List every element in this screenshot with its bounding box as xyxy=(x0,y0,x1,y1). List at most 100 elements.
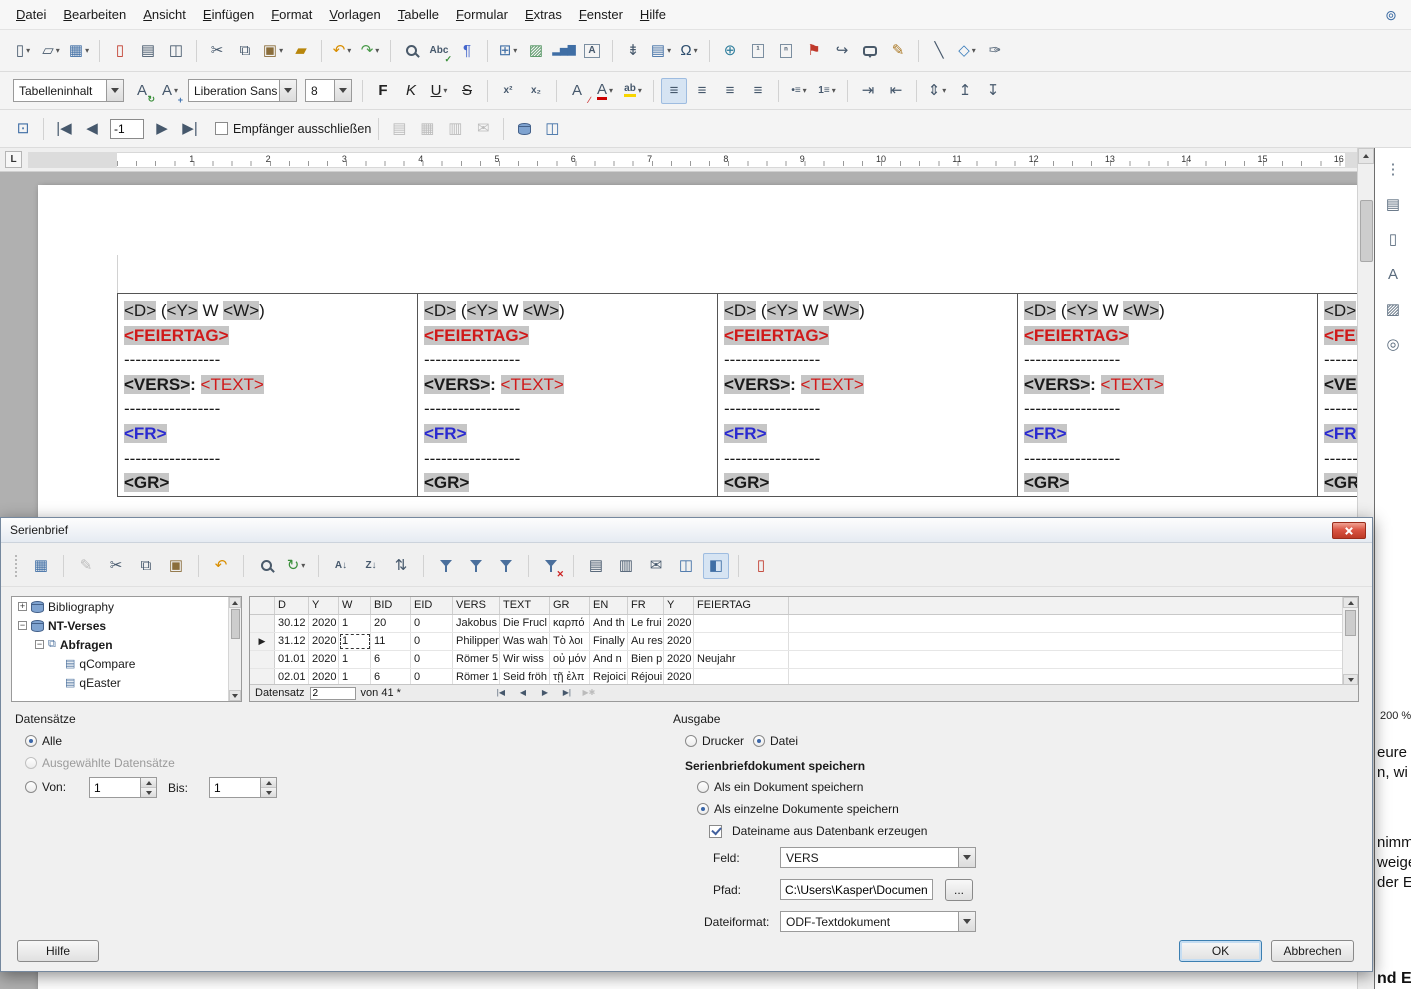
chevron-down-icon[interactable]: ▾ xyxy=(609,86,613,95)
find-and-replace-icon[interactable] xyxy=(398,38,424,64)
menu-vorlagen[interactable]: Vorlagen xyxy=(321,2,388,27)
last-record-icon[interactable]: ▶| xyxy=(177,116,203,142)
chevron-down-icon[interactable]: ▾ xyxy=(279,46,283,55)
table-cell[interactable]: 2020 xyxy=(309,651,339,668)
current-record-input[interactable] xyxy=(310,687,356,700)
grid-scrollbar[interactable] xyxy=(1342,597,1358,685)
horizontal-ruler[interactable]: L 12345678910111213141516 xyxy=(0,148,1357,172)
chevron-down-icon[interactable]: ▾ xyxy=(85,46,89,55)
scrollbar-thumb[interactable] xyxy=(1345,610,1356,636)
row-selector[interactable] xyxy=(250,651,275,668)
table-cell[interactable]: καρπό xyxy=(550,615,590,632)
insert-hyperlink-icon[interactable]: ⊕ xyxy=(717,38,743,64)
menu-tabelle[interactable]: Tabelle xyxy=(390,2,447,27)
bold-icon[interactable]: F xyxy=(370,78,396,104)
scrollbar-thumb[interactable] xyxy=(1360,200,1373,262)
formatting-marks-icon[interactable]: ¶ xyxy=(454,38,480,64)
radio-icon[interactable] xyxy=(25,781,37,793)
dropdown-button[interactable] xyxy=(279,80,296,101)
radio-file[interactable]: Datei xyxy=(753,734,798,748)
last-record-icon[interactable]: ▶| xyxy=(557,686,577,700)
data-to-text-icon[interactable]: ▤ xyxy=(583,553,609,579)
styles-panel-icon[interactable]: A xyxy=(1380,262,1406,288)
menu-extras[interactable]: Extras xyxy=(517,2,570,27)
radio-all-records[interactable]: Alle xyxy=(25,734,62,748)
insert-image-icon[interactable]: ▨ xyxy=(523,38,549,64)
table-cell[interactable]: 11 xyxy=(371,633,411,650)
insert-page-break-icon[interactable]: ⇟ xyxy=(620,38,646,64)
column-header-w[interactable]: W xyxy=(339,597,371,614)
spinner-buttons[interactable] xyxy=(260,778,276,797)
print-preview-icon[interactable]: ◫ xyxy=(163,38,189,64)
table-cell[interactable]: 1 xyxy=(339,651,371,668)
collapse-icon[interactable]: − xyxy=(35,640,44,649)
insert-cross-reference-icon[interactable]: ↪ xyxy=(829,38,855,64)
expand-icon[interactable]: + xyxy=(18,602,27,611)
table-cell[interactable]: 1 xyxy=(339,615,371,632)
table-cell[interactable]: And n xyxy=(590,651,628,668)
chevron-down-icon[interactable]: ▾ xyxy=(667,46,671,55)
table-cell[interactable]: 01.01 xyxy=(275,651,309,668)
cancel-button[interactable]: Abbrechen xyxy=(1271,940,1354,962)
table-cell[interactable]: 30.12 xyxy=(275,615,309,632)
explorer-on-off-icon[interactable]: ◧ xyxy=(703,553,729,579)
cut-icon[interactable]: ✂ xyxy=(204,38,230,64)
insert-text-box-icon[interactable]: A xyxy=(579,38,605,64)
filename-from-database-option[interactable]: Dateiname aus Datenbank erzeugen xyxy=(709,824,927,838)
chevron-down-icon[interactable]: ▾ xyxy=(803,86,807,95)
insert-comment-icon[interactable] xyxy=(857,38,883,64)
chevron-down-icon[interactable]: ▾ xyxy=(301,561,305,570)
align-left-icon[interactable]: ≡ xyxy=(661,78,687,104)
tab-stop-selector-icon[interactable]: L xyxy=(5,151,22,168)
scrollbar-thumb[interactable] xyxy=(231,609,240,639)
mail-merge-entries-icon[interactable]: ⊡ xyxy=(10,116,36,142)
column-header-vers[interactable]: VERS xyxy=(453,597,500,614)
radio-individual-documents[interactable]: Als einzelne Dokumente speichern xyxy=(697,802,899,816)
underline-icon[interactable]: U▾ xyxy=(426,78,452,104)
column-header-feiertag[interactable]: FEIERTAG xyxy=(694,597,789,614)
data-source-of-current-document-icon[interactable]: ◫ xyxy=(539,116,565,142)
gallery-panel-icon[interactable]: ▨ xyxy=(1380,297,1406,323)
dialog-titlebar[interactable]: Serienbrief xyxy=(1,518,1372,543)
collapse-icon[interactable]: − xyxy=(18,621,27,630)
table-cell[interactable]: 0 xyxy=(411,615,453,632)
unordered-list-icon[interactable]: •≡▾ xyxy=(786,78,812,104)
spin-down-icon[interactable] xyxy=(261,788,276,797)
menu-formular[interactable]: Formular xyxy=(448,2,516,27)
align-right-icon[interactable]: ≡ xyxy=(717,78,743,104)
table-cell[interactable] xyxy=(694,615,789,632)
chevron-down-icon[interactable]: ▾ xyxy=(375,46,379,55)
table-cell[interactable]: 2020 xyxy=(664,633,694,650)
cut-icon[interactable]: ✂ xyxy=(103,553,129,579)
browse-button[interactable]: ... xyxy=(945,879,973,901)
clone-formatting-icon[interactable]: ▰ xyxy=(288,38,314,64)
undo-icon[interactable]: ↶▾ xyxy=(329,38,355,64)
find-record-icon[interactable] xyxy=(253,553,279,579)
row-selector[interactable] xyxy=(250,615,275,632)
help-button[interactable]: Hilfe xyxy=(17,940,99,962)
table-cell[interactable]: Wir wiss xyxy=(500,651,550,668)
new-style-icon[interactable]: A+▾ xyxy=(157,78,183,104)
table-cell[interactable]: 2020 xyxy=(664,651,694,668)
paragraph-style-combo[interactable]: Tabelleninhalt xyxy=(13,79,124,102)
radio-icon[interactable] xyxy=(697,781,709,793)
chevron-down-icon[interactable]: ▾ xyxy=(694,46,698,55)
justified-icon[interactable]: ≡ xyxy=(745,78,771,104)
redo-icon[interactable]: ↷▾ xyxy=(357,38,383,64)
path-input[interactable] xyxy=(780,879,933,900)
table-cell[interactable]: 2020 xyxy=(309,633,339,650)
scroll-up-icon[interactable] xyxy=(1358,148,1374,164)
table-cell[interactable]: 6 xyxy=(371,651,411,668)
table-cell[interactable]: Römer 5, xyxy=(453,651,500,668)
new-document-icon[interactable]: ▯▾ xyxy=(10,38,36,64)
chevron-down-icon[interactable]: ▾ xyxy=(56,46,60,55)
dropdown-button[interactable] xyxy=(106,80,123,101)
strikethrough-icon[interactable]: S xyxy=(454,78,480,104)
row-selector[interactable]: ▶ xyxy=(250,633,275,650)
tree-item-nt-verses[interactable]: −NT-Verses xyxy=(12,616,241,635)
data-to-fields-icon[interactable]: ▥ xyxy=(613,553,639,579)
clear-formatting-icon[interactable]: A∕ xyxy=(564,78,590,104)
copy-icon[interactable]: ⧉ xyxy=(133,553,159,579)
column-header-y[interactable]: Y xyxy=(664,597,694,614)
line-spacing-icon[interactable]: ⇕▾ xyxy=(924,78,950,104)
